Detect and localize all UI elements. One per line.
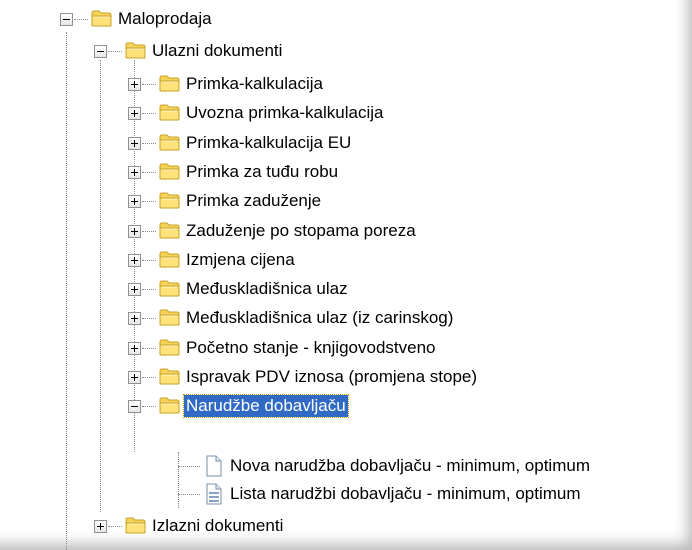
tree-line	[66, 32, 67, 550]
folder-icon	[158, 337, 180, 357]
expand-toggle[interactable]	[128, 371, 141, 384]
folder-icon	[158, 278, 180, 298]
folder-icon	[90, 8, 112, 28]
blank-document-icon	[202, 455, 224, 477]
tree-node-label: Primka za tuđu robu	[186, 162, 339, 181]
tree-node-child[interactable]: Izmjena cijena	[128, 246, 548, 274]
expand-toggle[interactable]	[128, 312, 141, 325]
tree-node-child[interactable]: Primka-kalkulacija	[128, 70, 548, 98]
tree-node-label: Početno stanje - knjigovodstveno	[186, 338, 436, 357]
tree-node-child[interactable]: Primka-kalkulacija EU	[128, 129, 548, 157]
folder-icon	[158, 220, 180, 240]
tree-node-label: Primka zaduženje	[186, 191, 322, 210]
tree-node-label: Izlazni dokumenti	[152, 516, 284, 535]
tree-line	[100, 60, 101, 512]
folder-icon	[124, 515, 146, 535]
tree-node-label: Zaduženje po stopama poreza	[186, 221, 416, 240]
tree-node-nova-narudzba[interactable]: Nova narudžba dobavljaču - minimum, opti…	[178, 452, 688, 480]
expand-toggle[interactable]	[128, 254, 141, 267]
folder-icon	[158, 249, 180, 269]
folder-icon	[158, 395, 180, 415]
expand-toggle[interactable]	[94, 520, 107, 533]
tree-node-maloprodaja[interactable]: Maloprodaja	[60, 5, 360, 33]
tree-panel: Maloprodaja Ulazni dokumenti Primka-kalk…	[0, 0, 692, 550]
tree-node-label: Primka-kalkulacija EU	[186, 133, 352, 152]
expand-toggle[interactable]	[128, 166, 141, 179]
tree-node-label: Uvozna primka-kalkulacija	[186, 103, 384, 122]
expand-toggle[interactable]	[128, 137, 141, 150]
tree-node-ulazni-dokumenti[interactable]: Ulazni dokumenti	[94, 37, 394, 65]
folder-icon	[158, 102, 180, 122]
collapse-toggle[interactable]	[94, 45, 107, 58]
tree-node-child[interactable]: Međuskladišnica ulaz (iz carinskog)	[128, 304, 548, 332]
tree-node-label: Ispravak PDV iznosa (promjena stope)	[186, 367, 478, 386]
tree-node-child[interactable]: Narudžbe dobavljaču	[128, 392, 548, 420]
collapse-toggle[interactable]	[60, 13, 73, 26]
expand-toggle[interactable]	[128, 107, 141, 120]
tree-node-label: Maloprodaja	[118, 9, 212, 28]
folder-icon	[158, 73, 180, 93]
tree-node-label: Ulazni dokumenti	[152, 41, 283, 60]
folder-icon	[158, 132, 180, 152]
collapse-toggle[interactable]	[128, 400, 141, 413]
expand-toggle[interactable]	[128, 283, 141, 296]
tree-node-lista-narudzbi[interactable]: Lista narudžbi dobavljaču - minimum, opt…	[178, 480, 688, 508]
tree-node-child[interactable]: Primka za tuđu robu	[128, 158, 548, 186]
tree-node-label: Izmjena cijena	[186, 250, 295, 269]
folder-icon	[158, 161, 180, 181]
tree-node-label: Narudžbe dobavljaču	[183, 394, 349, 418]
tree-node-child[interactable]: Primka zaduženje	[128, 187, 548, 215]
tree-node-label: Međuskladišnica ulaz	[186, 279, 348, 298]
tree-node-child[interactable]: Zaduženje po stopama poreza	[128, 217, 548, 245]
list-document-icon	[202, 483, 224, 505]
tree-node-label: Primka-kalkulacija	[186, 74, 323, 93]
tree-node-label: Međuskladišnica ulaz (iz carinskog)	[186, 308, 454, 327]
tree-node-label: Nova narudžba dobavljaču - minimum, opti…	[230, 456, 590, 475]
tree-node-izlazni-dokumenti[interactable]: Izlazni dokumenti	[94, 512, 394, 540]
folder-icon	[158, 307, 180, 327]
expand-toggle[interactable]	[128, 78, 141, 91]
tree-node-child[interactable]: Početno stanje - knjigovodstveno	[128, 334, 548, 362]
folder-icon	[124, 40, 146, 60]
folder-icon	[158, 366, 180, 386]
folder-icon	[158, 190, 180, 210]
expand-toggle[interactable]	[128, 342, 141, 355]
tree-node-child[interactable]: Međuskladišnica ulaz	[128, 275, 548, 303]
tree-node-label: Lista narudžbi dobavljaču - minimum, opt…	[230, 484, 581, 503]
expand-toggle[interactable]	[128, 225, 141, 238]
expand-toggle[interactable]	[128, 195, 141, 208]
tree-node-child[interactable]: Uvozna primka-kalkulacija	[128, 99, 548, 127]
folder-tree: Maloprodaja Ulazni dokumenti Primka-kalk…	[0, 0, 692, 550]
tree-node-child[interactable]: Ispravak PDV iznosa (promjena stope)	[128, 363, 548, 391]
